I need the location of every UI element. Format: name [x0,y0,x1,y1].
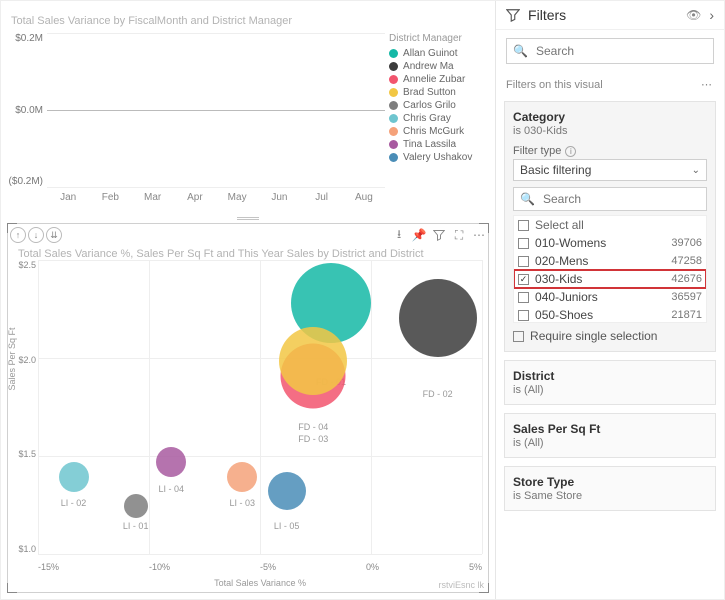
scatter-chart-title: Total Sales Variance %, Sales Per Sq Ft … [18,248,424,260]
bubble-label: FD - 04 [298,422,328,432]
bubble-label: FD - 02 [423,389,453,399]
pin-icon[interactable]: 📌 [412,228,426,242]
filter-card-district[interactable]: District is (All) [504,360,716,405]
legend-item[interactable]: Chris Gray [389,113,489,124]
filter-type-select[interactable]: Basic filtering ⌄ [513,159,707,181]
restore-label: rstviEsnc lk [439,580,485,590]
focus-mode-icon[interactable]: ⛶ [452,228,466,242]
drill-up-icon[interactable]: ↑ [10,227,26,243]
legend-item[interactable]: Andrew Ma [389,61,489,72]
filter-card-category[interactable]: Category is 030-Kids Filter type i Basic… [504,101,716,352]
visibility-icon[interactable]: 👁 [686,8,701,22]
filters-pane-title: Filters [528,7,566,23]
filters-search-input[interactable] [534,43,707,59]
bar-chart-plot: $0.2M$0.0M($0.2M) JanFebMarAprMayJunJulA… [7,33,385,213]
search-icon: 🔍 [520,192,535,206]
splitter-handle[interactable] [1,213,495,223]
section-more-icon[interactable]: ⋯ [701,78,714,91]
export-icon[interactable]: ⭳ [392,228,406,242]
bubble-label: LI - 04 [158,484,184,494]
search-icon: 🔍 [513,44,528,58]
legend-item[interactable]: Carlos Grilo [389,100,489,111]
bubble-label: LI - 03 [229,498,255,508]
bubble[interactable] [59,462,89,492]
bar-chart-visual[interactable]: Total Sales Variance by FiscalMonth and … [1,7,495,213]
chevron-down-icon: ⌄ [692,165,700,176]
bar-chart-title: Total Sales Variance by FiscalMonth and … [11,15,489,27]
legend-item[interactable]: Annelie Zubar [389,74,489,85]
section-label: Filters on this visual [506,79,603,91]
filters-search[interactable]: 🔍 [506,38,714,64]
option-row[interactable]: 040-Juniors36597 [514,288,706,306]
legend-item[interactable]: Tina Lassila [389,139,489,150]
scatter-chart-plot: Sales Per Sq Ft Total Sales Variance % $… [38,260,482,574]
bubble[interactable] [279,327,347,395]
legend-item[interactable]: Brad Sutton [389,87,489,98]
filters-pane: Filters 👁 › 🔍 Filters on this visual ⋯ C… [495,1,724,599]
bubble[interactable] [399,279,477,357]
category-search-input[interactable] [541,191,700,207]
option-row[interactable]: ✓030-Kids42676 [514,270,706,288]
option-row[interactable]: 020-Mens47258 [514,252,706,270]
more-options-icon[interactable]: ⋯ [472,228,486,242]
bar-chart-legend: District Manager Allan GuinotAndrew MaAn… [385,33,489,213]
info-icon[interactable]: i [565,146,576,157]
option-select-all[interactable]: Select all [514,216,706,234]
require-single-checkbox[interactable] [513,331,524,342]
bubble-label: LI - 05 [274,521,300,531]
legend-item[interactable]: Allan Guinot [389,48,489,59]
filter-card-spsf[interactable]: Sales Per Sq Ft is (All) [504,413,716,458]
bubble[interactable] [227,462,257,492]
option-row[interactable]: 010-Womens39706 [514,234,706,252]
legend-item[interactable]: Valery Ushakov [389,152,489,163]
expand-hierarchy-icon[interactable]: ⇊ [46,227,62,243]
bubble[interactable] [268,472,306,510]
drill-down-icon[interactable]: ↓ [28,227,44,243]
bubble-label: LI - 01 [123,521,149,531]
bubble-label: LI - 02 [61,498,87,508]
scatter-chart-visual[interactable]: ↑ ↓ ⇊ ⭳ 📌 ⛶ ⋯ Total Sales Variance %, Sa… [7,223,489,593]
category-search[interactable]: 🔍 [513,187,707,211]
filter-icon[interactable] [432,228,446,242]
option-row[interactable]: 050-Shoes21871 [514,306,706,323]
filter-card-store-type[interactable]: Store Type is Same Store [504,466,716,511]
bubble[interactable] [124,494,148,518]
report-canvas: Total Sales Variance by FiscalMonth and … [1,1,495,599]
collapse-pane-icon[interactable]: › [709,7,714,23]
filter-funnel-icon [506,8,520,22]
bubble-label: FD - 03 [298,434,328,444]
legend-item[interactable]: Chris McGurk [389,126,489,137]
bubble[interactable] [156,447,186,477]
